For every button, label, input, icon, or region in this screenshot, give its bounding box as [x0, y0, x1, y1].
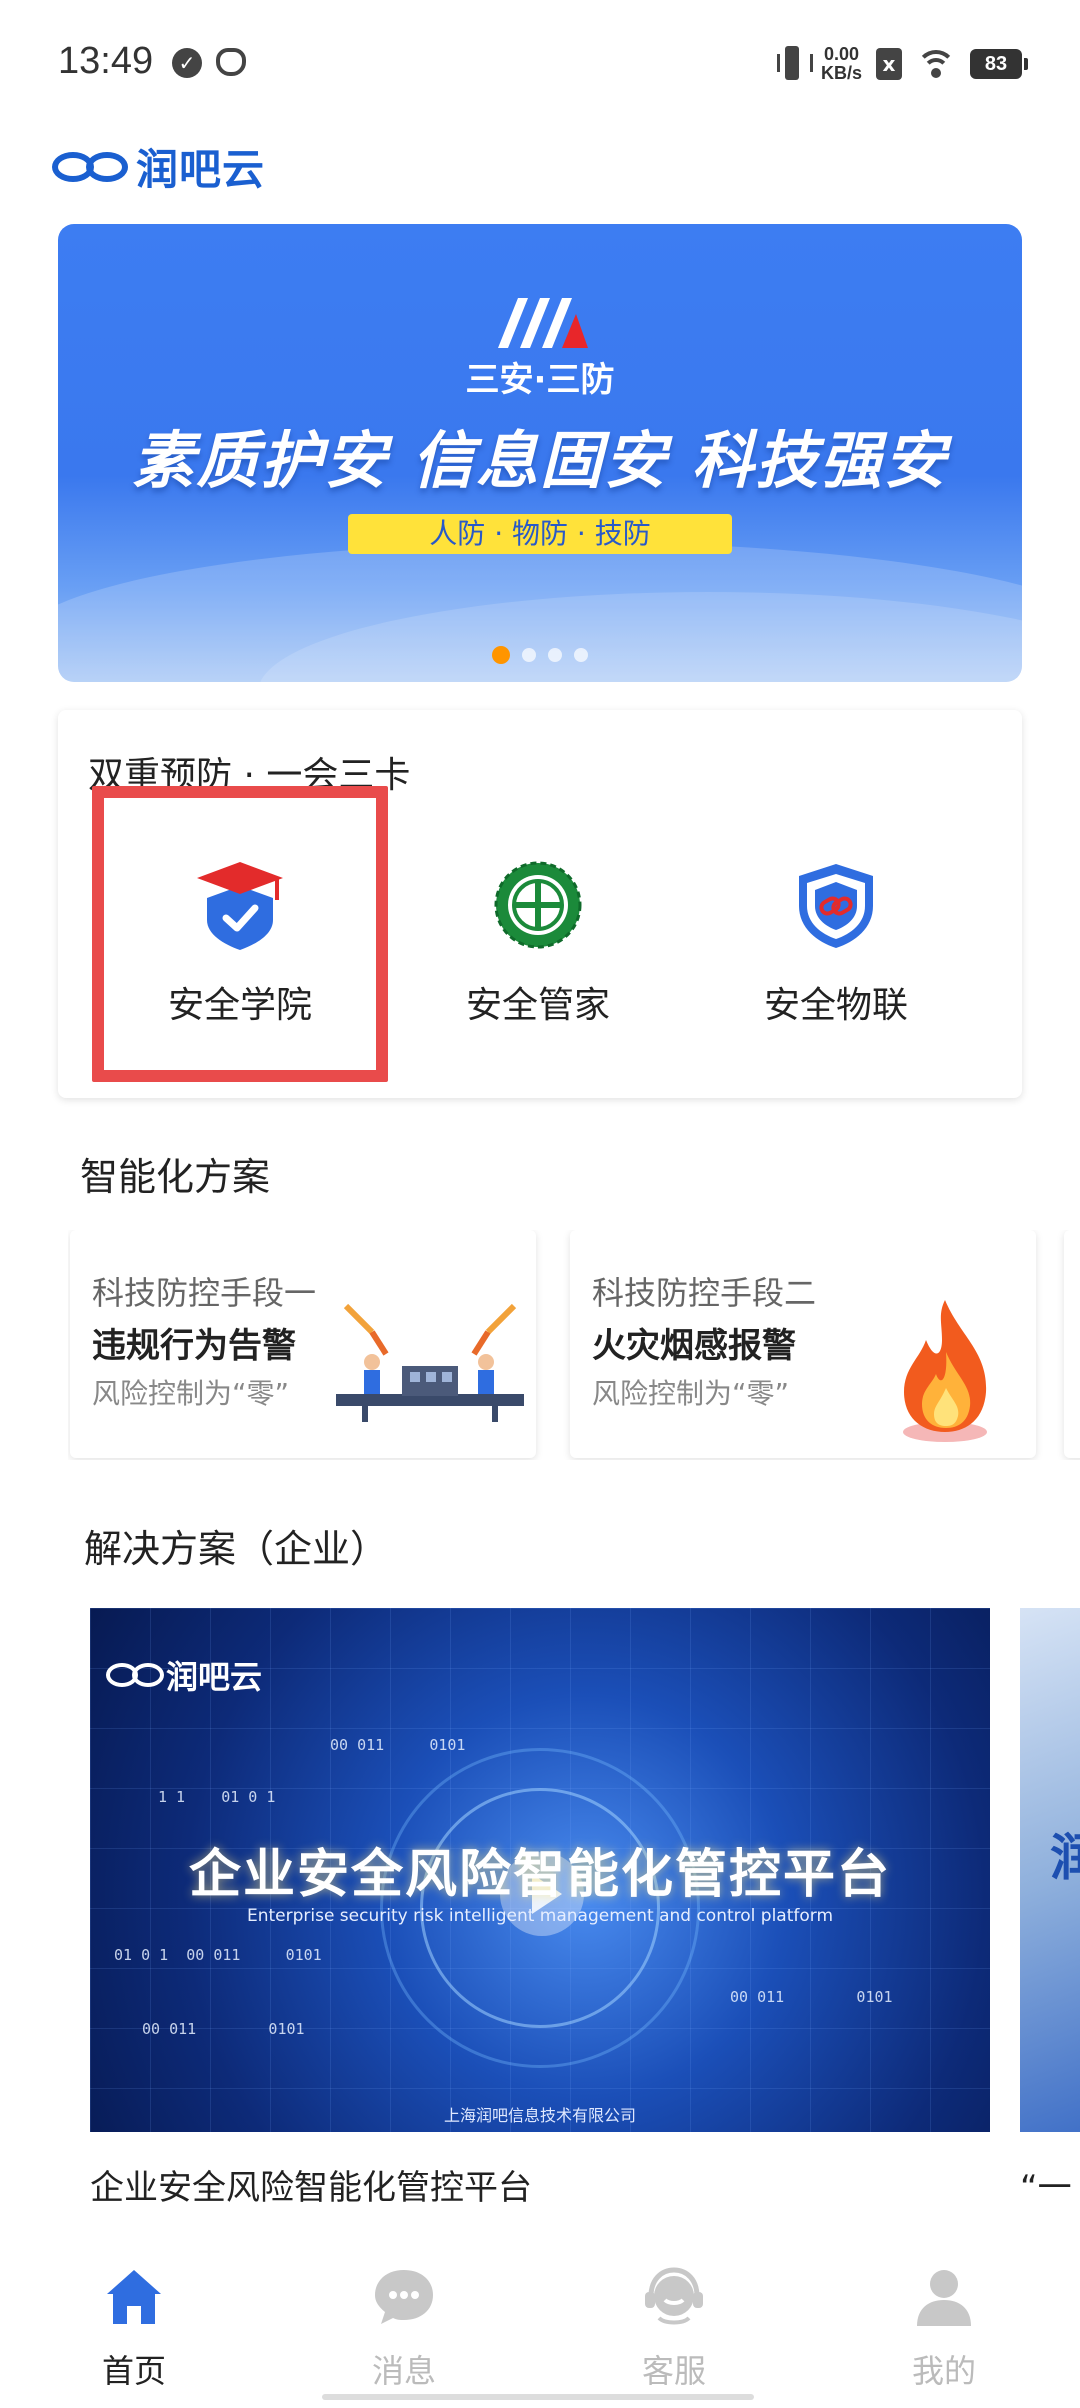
message-icon	[375, 2270, 433, 2324]
section-title-smart: 智能化方案	[80, 1155, 271, 1199]
wifi-icon	[916, 48, 956, 80]
video-subtitle: Enterprise security risk intelligent man…	[246, 1906, 834, 1926]
video-title: 企业安全风险智能化管控平台	[188, 1845, 891, 1905]
video-logo-text: 润吧云	[166, 1658, 263, 1696]
scheme-title: 违规行为告警	[92, 1326, 296, 1366]
highlight-box	[92, 786, 388, 1082]
binary-decoration: 00 011 0101	[142, 2020, 305, 2038]
tab-label: 首页	[101, 2352, 166, 2390]
scheme-note: 风险控制为“零”	[592, 1377, 790, 1410]
scheme-card-partial[interactable]	[1064, 1230, 1080, 1458]
vibrate-icon	[776, 44, 813, 84]
carousel-dot[interactable]	[548, 648, 562, 662]
tab-label: 消息	[371, 2352, 436, 2390]
tab-profile[interactable]: 我的	[844, 2266, 1044, 2392]
network-speed-value: 0.00	[823, 44, 860, 64]
solution-caption[interactable]: “一	[1020, 2160, 1072, 2209]
sim-status-icon: x	[876, 48, 902, 80]
carousel-dot-active[interactable]	[492, 646, 510, 664]
scheme-title: 火灾烟感报警	[592, 1326, 796, 1366]
home-indicator[interactable]	[322, 2394, 754, 2400]
binary-decoration: 00 011 0101	[730, 1988, 893, 2006]
tab-customer-service[interactable]: 客服	[574, 2266, 774, 2392]
video-company: 上海润吧信息技术有限公司	[443, 2106, 636, 2125]
binary-decoration: 01 0 1 00 011 0101	[114, 1946, 322, 1964]
brand-mark-icon	[498, 298, 588, 348]
video-partial-text: 润	[1050, 1829, 1080, 1887]
promo-banner[interactable]: 三安·三防 素质护安 信息固安 科技强安 人防 · 物防 · 技防	[58, 224, 1022, 682]
status-time: 13:49	[58, 40, 154, 82]
network-speed: 0.00 KB/s	[821, 45, 862, 83]
feature-label: 安全管家	[465, 985, 610, 1026]
status-bar: 13:49 ✓ 0.00 KB/s x 83	[0, 0, 1080, 120]
safety-emblem-icon	[494, 861, 582, 949]
tab-home[interactable]: 首页	[34, 2266, 234, 2392]
bottom-tab-bar: 首页 消息 客服 我的	[0, 2250, 1080, 2408]
app-logo: 润吧云	[52, 136, 265, 196]
banner-brand: 三安·三防	[465, 360, 615, 400]
scheme-card-violation-alert[interactable]: 科技防控手段一 违规行为告警 风险控制为“零”	[70, 1230, 536, 1458]
tab-label: 我的	[911, 2352, 976, 2390]
banner-slogan: 素质护安 信息固安 科技强安	[132, 424, 948, 497]
scheme-subtitle: 科技防控手段二	[592, 1274, 817, 1312]
feature-safety-steward[interactable]: 安全管家	[418, 860, 658, 1028]
scheme-note: 风险控制为“零”	[92, 1377, 290, 1410]
solution-video-thumbnail-partial[interactable]: 润	[1020, 1608, 1080, 2132]
enterprise-solutions-list: 润吧云 00 011 0101 1 1 01 0 1 01 0 1 00 011…	[90, 1608, 1080, 2218]
battery-icon: 83	[970, 49, 1028, 79]
carousel-indicator	[58, 646, 1022, 664]
smart-solutions-list: 科技防控手段一 违规行为告警 风险控制为“零” 科技防控手段二 火灾烟感报警 风…	[68, 1230, 1080, 1460]
fire-icon	[903, 1300, 987, 1442]
scheme-card-fire-alarm[interactable]: 科技防控手段二 火灾烟感报警 风险控制为“零”	[570, 1230, 1036, 1458]
logo-text: 润吧云	[136, 144, 266, 194]
face-icon	[216, 48, 246, 76]
binary-decoration: 1 1 01 0 1	[158, 1788, 276, 1806]
video-logo: 润吧云	[106, 1652, 262, 1698]
feature-label: 安全物联	[763, 985, 908, 1026]
tab-label: 客服	[641, 2352, 706, 2390]
tab-messages[interactable]: 消息	[304, 2266, 504, 2392]
binary-decoration: 00 011 0101	[330, 1736, 466, 1754]
customer-service-icon	[645, 2267, 703, 2325]
banner-tags: 人防 · 物防 · 技防	[348, 514, 732, 554]
infinity-logo-icon	[106, 1658, 166, 1692]
infinity-logo-icon	[52, 146, 130, 186]
link-shield-icon	[799, 864, 873, 948]
scheme-subtitle: 科技防控手段一	[92, 1274, 317, 1312]
carousel-dot[interactable]	[574, 648, 588, 662]
status-indicators: 0.00 KB/s x 83	[776, 42, 1028, 86]
user-icon	[917, 2270, 971, 2326]
solution-video-thumbnail[interactable]: 润吧云 00 011 0101 1 1 01 0 1 01 0 1 00 011…	[90, 1608, 990, 2132]
network-speed-unit: KB/s	[820, 63, 862, 83]
feature-safety-iot[interactable]: 安全物联	[716, 860, 956, 1028]
robot-arm-factory-icon	[336, 1303, 524, 1422]
solution-caption[interactable]: 企业安全风险智能化管控平台	[90, 2160, 532, 2209]
carousel-dot[interactable]	[522, 648, 536, 662]
section-title-enterprise: 解决方案（企业）	[84, 1527, 389, 1571]
check-circle-icon: ✓	[172, 48, 202, 78]
home-icon	[107, 2270, 161, 2324]
